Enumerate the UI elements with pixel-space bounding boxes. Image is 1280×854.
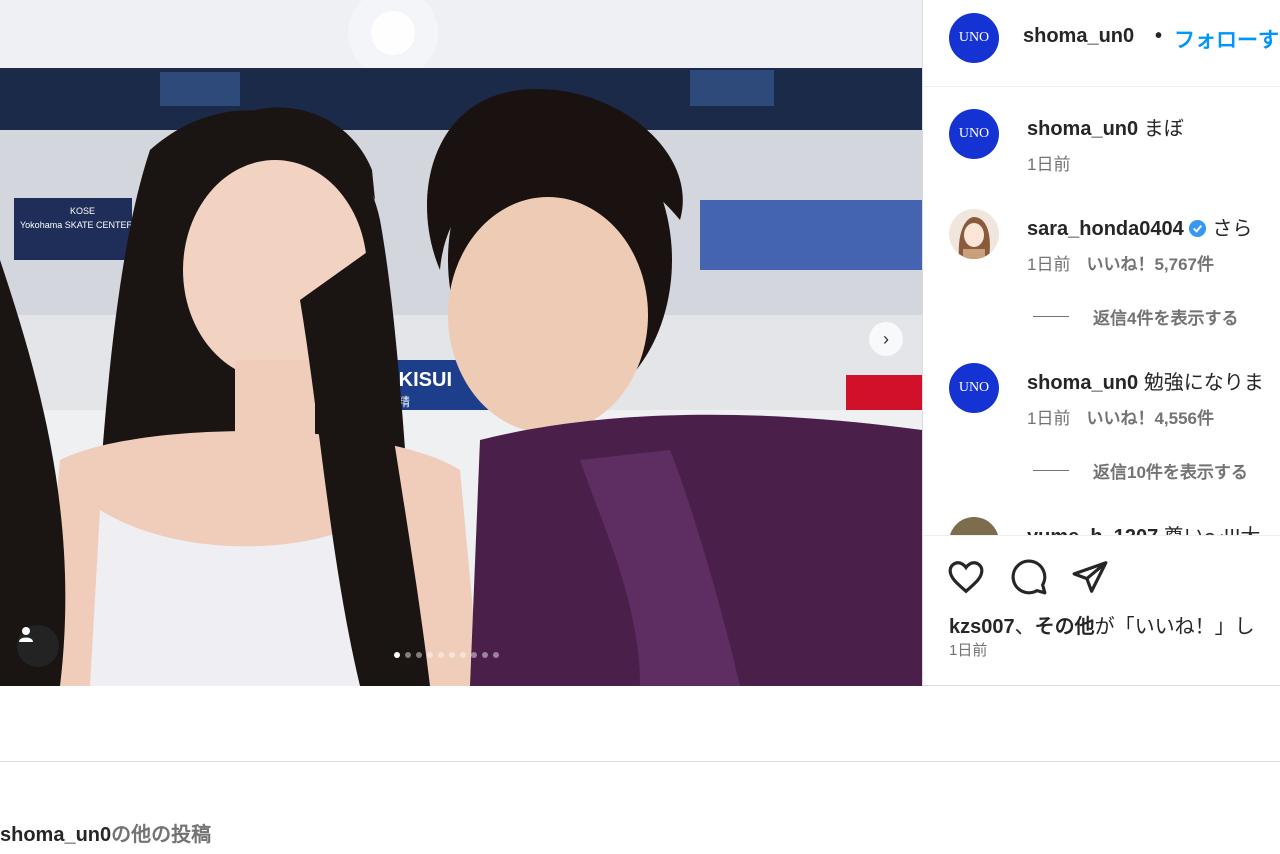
comment-avatar[interactable]: UNO	[949, 363, 999, 413]
liked-by-suffix: が「いいね！」し	[1094, 616, 1255, 638]
section-divider	[0, 761, 1280, 762]
view-replies-button[interactable]: 返信10件を表示する	[1033, 458, 1248, 483]
carousel-dot	[427, 652, 433, 658]
comment-username[interactable]: shoma_un0	[1027, 372, 1138, 394]
carousel-dot	[449, 652, 455, 658]
liked-by-text: kzs007、その他が「いいね！」し	[949, 610, 1255, 639]
post-header: UNO shoma_un0 • フォローす	[923, 0, 1280, 87]
more-posts-suffix: の他の投稿	[111, 824, 212, 846]
comment-body: まぼ	[1138, 118, 1184, 140]
author-username[interactable]: shoma_un0	[1023, 25, 1134, 48]
comment-text: sara_honda0404 さら	[1027, 212, 1252, 241]
liked-by-others-link[interactable]: その他	[1035, 616, 1095, 638]
person-tag-icon	[19, 627, 33, 642]
comment-meta: 1日前 いいね！4,556件	[1027, 404, 1214, 429]
carousel-dot	[471, 652, 477, 658]
liked-by-separator: 、	[1014, 616, 1035, 638]
more-posts-user[interactable]: shoma_un0	[0, 824, 111, 846]
follow-button[interactable]: フォローす	[1174, 24, 1279, 54]
more-posts-heading: shoma_un0の他の投稿	[0, 818, 211, 847]
comment-time: 1日前	[1027, 409, 1071, 428]
comment-time: 1日前	[1027, 255, 1071, 274]
carousel-dot	[416, 652, 422, 658]
comment-likes[interactable]: いいね！5,767件	[1086, 255, 1214, 274]
comment-username[interactable]: shoma_un0	[1027, 118, 1138, 140]
comment-username[interactable]: sara_honda0404	[1027, 218, 1184, 240]
comment-body: 勉強になりま	[1138, 372, 1264, 394]
comment-avatar[interactable]	[949, 209, 999, 259]
comment-body: さら	[1206, 218, 1253, 240]
post-side-panel: UNO shoma_un0 • フォローす UNO shoma_un0 まぼ 1…	[922, 0, 1280, 686]
comment-likes[interactable]: いいね！4,556件	[1086, 409, 1214, 428]
carousel-dots	[394, 652, 499, 658]
next-photo-button[interactable]: ›	[869, 322, 903, 356]
avatar-text: UNO	[958, 126, 990, 141]
replies-line	[1033, 316, 1069, 317]
view-replies-label: 返信4件を表示する	[1093, 309, 1239, 328]
author-avatar[interactable]: UNO	[949, 13, 999, 63]
comment-meta: 1日前 いいね！5,767件	[1027, 250, 1214, 275]
comment-text: shoma_un0 まぼ	[1027, 112, 1184, 141]
comment-time: 1日前	[1027, 155, 1071, 174]
comment-meta: 1日前	[1027, 150, 1070, 175]
illustration-avatar-icon	[958, 217, 990, 259]
comment-icon[interactable]	[1010, 558, 1048, 596]
view-replies-button[interactable]: 返信4件を表示する	[1033, 304, 1238, 329]
view-replies-label: 返信10件を表示する	[1093, 463, 1248, 482]
comment-avatar[interactable]	[949, 517, 999, 535]
avatar-text: UNO	[958, 30, 990, 45]
share-icon[interactable]	[1071, 558, 1109, 596]
header-separator: •	[1155, 25, 1163, 47]
comment-username[interactable]: yume_h_1207	[1027, 526, 1158, 535]
carousel-dot	[460, 652, 466, 658]
carousel-dot	[394, 652, 400, 658]
carousel-dot	[405, 652, 411, 658]
carousel-dot	[438, 652, 444, 658]
rink-sign-text: KOSE	[70, 206, 95, 216]
heart-icon[interactable]	[947, 558, 985, 596]
comment-text: shoma_un0 勉強になりま	[1027, 366, 1264, 395]
post-time[interactable]: 1日前	[949, 639, 987, 660]
comment-body: 尊い〜!!!大	[1158, 526, 1261, 535]
tagged-people-button[interactable]	[17, 625, 59, 667]
comment-avatar[interactable]: UNO	[949, 109, 999, 159]
liked-by-user[interactable]: kzs007	[949, 616, 1015, 638]
chevron-right-icon: ›	[883, 328, 889, 349]
comment-text: yume_h_1207 尊い〜!!!大	[1027, 520, 1260, 535]
verified-badge-icon	[1188, 219, 1206, 238]
avatar-text: UNO	[958, 380, 990, 395]
rink-sign-text: Yokohama SKATE CENTER	[20, 220, 134, 230]
comments-list: UNO shoma_un0 まぼ 1日前 sara_honda0404 さら 1…	[923, 87, 1280, 535]
carousel-dot	[493, 652, 499, 658]
post-actions: kzs007、その他が「いいね！」し 1日前	[923, 535, 1280, 685]
replies-line	[1033, 470, 1069, 471]
carousel-dot	[482, 652, 488, 658]
post-photo: Yokohama SKATE CENTER KOSE SEKISUI 雪肌精 ›	[0, 0, 922, 686]
photo-illustration: Yokohama SKATE CENTER KOSE SEKISUI 雪肌精	[0, 0, 922, 686]
